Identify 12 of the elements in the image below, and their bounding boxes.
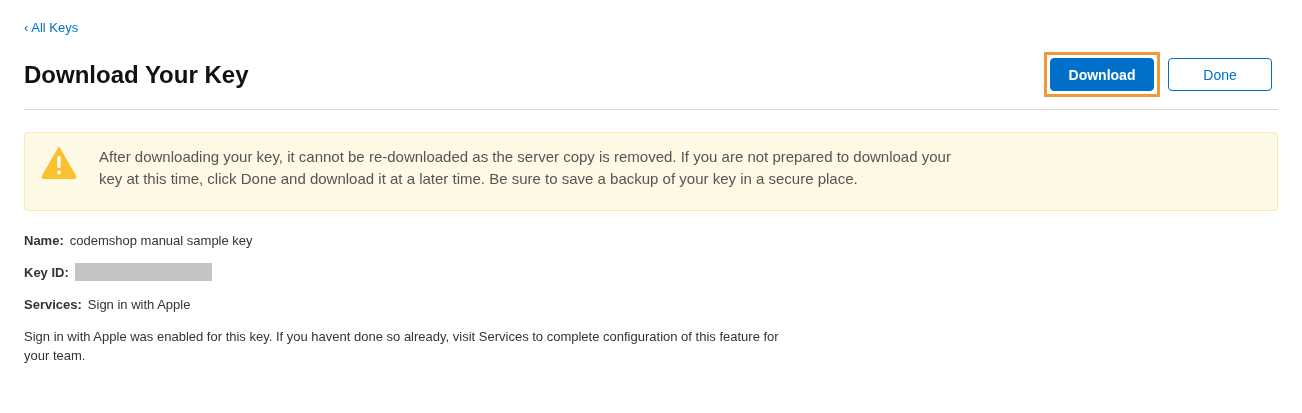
page-title: Download Your Key xyxy=(24,60,249,89)
info-text: Sign in with Apple was enabled for this key. If you havent done so already, visit Services to complete configuration of this feature for your team. xyxy=(24,328,780,365)
done-button[interactable]: Done xyxy=(1168,58,1272,91)
detail-label: Name: xyxy=(24,232,64,248)
all-keys-link[interactable]: ‹ All Keys xyxy=(24,20,79,35)
detail-value: codemshop manual sample key xyxy=(69,232,253,248)
warning-icon xyxy=(41,146,77,179)
detail-label: Services: xyxy=(24,296,82,312)
download-button[interactable]: Download xyxy=(1050,58,1154,91)
detail-value: Sign in with Apple xyxy=(87,296,191,312)
warning-text: After downloading your key, it cannot be re-downloaded as the server copy is removed. If you are not prepared to download your key at this time, click Done and download it at a later time. Be sure to save a backup of your key in a secure place. xyxy=(99,147,952,189)
detail-label: Key ID: xyxy=(24,264,69,280)
